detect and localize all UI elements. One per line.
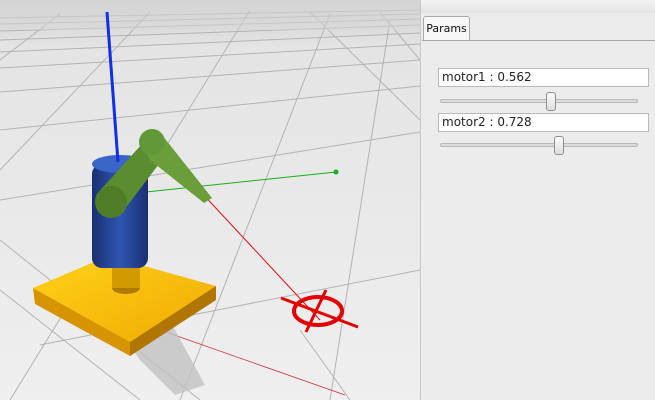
motor1-slider[interactable]: [440, 92, 638, 111]
motor2-slider[interactable]: [440, 136, 638, 155]
motor1-value: 0.562: [497, 70, 532, 84]
motor2-value-field: motor2 : 0.728: [438, 113, 649, 132]
panel-top-strip: [421, 0, 655, 13]
tab-params[interactable]: Params: [423, 16, 470, 40]
tab-params-label: Params: [426, 22, 467, 35]
motor2-value: 0.728: [497, 115, 532, 129]
motor1-slider-handle[interactable]: [546, 92, 557, 111]
motor1-name: motor1: [442, 70, 486, 84]
scene-canvas: [0, 0, 420, 400]
motor1-separator: :: [485, 70, 498, 84]
params-tab-pane: motor1 : 0.562 motor2 : 0.728: [422, 40, 655, 400]
motor2-name: motor2: [442, 115, 486, 129]
params-panel: Params motor1 : 0.562 motor2 : 0.728: [420, 0, 655, 400]
motor2-separator: :: [485, 115, 498, 129]
motor1-value-field: motor1 : 0.562: [438, 68, 649, 87]
motor2-slider-handle[interactable]: [554, 136, 565, 155]
3d-viewport[interactable]: [0, 0, 420, 400]
